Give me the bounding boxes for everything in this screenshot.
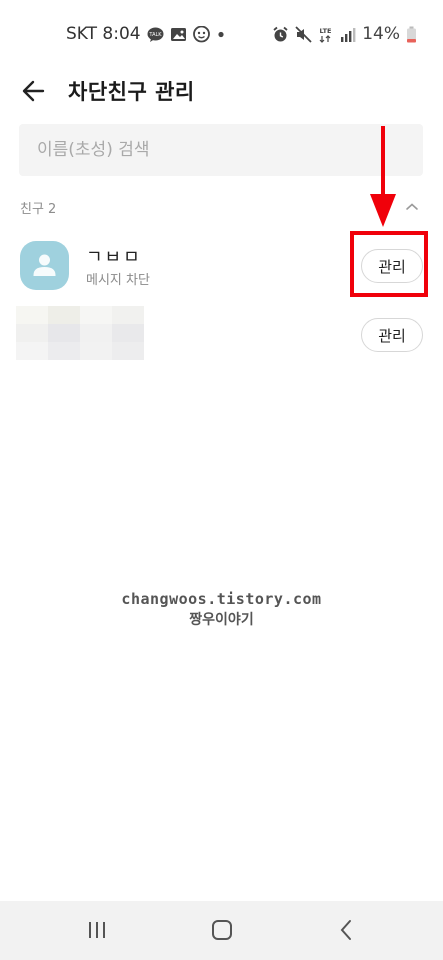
recent-apps-button[interactable] <box>80 915 114 945</box>
status-left: SKT 8:04 TALK <box>66 24 226 44</box>
back-nav-button[interactable] <box>329 915 363 945</box>
highlight-box <box>350 231 428 297</box>
lte-label: LTE <box>320 27 332 35</box>
friends-section-header: 친구 2 <box>20 198 423 222</box>
watermark-url: changwoos.tistory.com <box>121 590 322 608</box>
back-button[interactable] <box>18 74 52 108</box>
watermark-text: 짱우이야기 <box>189 612 254 628</box>
dot-icon <box>216 26 226 43</box>
talk-icon: TALK <box>147 26 164 43</box>
person-icon <box>33 254 56 276</box>
recent-apps-icon <box>89 922 105 938</box>
lte-icon: LTE <box>318 26 333 43</box>
friend-name: ㄱㅂㅁ <box>86 247 142 268</box>
home-button[interactable] <box>205 915 239 945</box>
page-title: 차단친구 관리 <box>68 80 195 104</box>
gallery-icon <box>170 26 187 43</box>
chevron-up-icon <box>406 203 418 210</box>
arrow-left-icon <box>22 80 45 102</box>
avatar <box>20 241 69 290</box>
mute-icon <box>295 25 312 43</box>
watermark: changwoos.tistory.com 짱우이야기 <box>0 590 443 629</box>
search-input[interactable] <box>19 124 407 176</box>
section-title: 친구 2 <box>20 202 57 217</box>
location-icon <box>192 25 210 43</box>
status-right: LTE 14% <box>272 24 417 44</box>
manage-button[interactable]: 관리 <box>361 318 423 352</box>
collapse-button[interactable] <box>403 198 421 216</box>
battery-icon <box>406 26 417 43</box>
status-bar: SKT 8:04 TALK LTE 14% <box>0 14 443 54</box>
home-icon <box>212 920 232 940</box>
blurred-profile <box>16 306 144 360</box>
app-bar: 차단친구 관리 <box>0 66 443 116</box>
friend-status: 메시지 차단 <box>86 273 150 288</box>
search-box[interactable] <box>19 124 423 176</box>
alarm-icon <box>272 26 289 43</box>
system-nav-bar <box>0 901 443 960</box>
signal-icon <box>339 26 356 43</box>
chevron-left-icon <box>340 920 351 940</box>
carrier-time: SKT 8:04 <box>66 24 141 44</box>
battery-percent: 14% <box>362 24 400 44</box>
annotation-arrow-icon <box>368 126 398 228</box>
svg-text:TALK: TALK <box>148 32 162 38</box>
